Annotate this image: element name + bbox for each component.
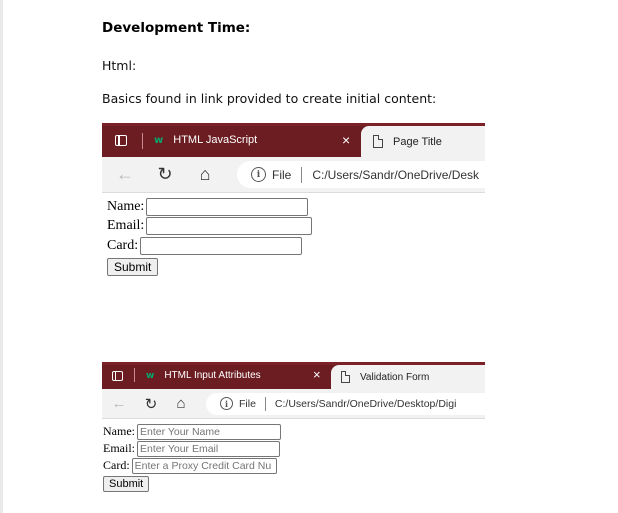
- tab-title: HTML Input Attributes: [164, 370, 261, 381]
- sidebar-toggle-icon[interactable]: [110, 123, 132, 157]
- browser-tab-bar: w HTML Input Attributes × Validation For…: [102, 362, 485, 389]
- form: Name: Enter Your Name Email: Enter Your Em…: [102, 419, 485, 492]
- tab-separator: [142, 133, 143, 149]
- page-icon: [373, 134, 384, 148]
- name-label: Name:: [107, 198, 145, 214]
- address-path: C:/Users/Sandr/OneDrive/Desk: [312, 167, 480, 182]
- browser-tab-bar: w HTML JavaScript × Page Title: [102, 123, 485, 157]
- name-input[interactable]: Enter Your Name: [137, 423, 281, 440]
- close-icon[interactable]: ×: [313, 367, 321, 382]
- browser-nav-bar: ← ↻ ⌂ i File C:/Users/Sandr/OneDrive/Des…: [102, 157, 485, 193]
- info-icon[interactable]: i: [220, 397, 233, 410]
- close-icon[interactable]: ×: [342, 132, 350, 148]
- info-icon[interactable]: i: [251, 167, 266, 182]
- address-path: C:/Users/Sandr/OneDrive/Desktop/Digi: [274, 397, 457, 410]
- submit-button[interactable]: Submit: [107, 257, 159, 276]
- tab-active[interactable]: w HTML JavaScript: [148, 123, 362, 157]
- tab-separator: [134, 368, 135, 382]
- tab-title: Validation Form: [360, 371, 430, 383]
- embedded-screenshot-input-attributes: w HTML Input Attributes × Validation For…: [102, 362, 485, 497]
- tab-validation-form[interactable]: Validation Form: [331, 365, 485, 389]
- w3schools-logo-icon: w: [146, 370, 155, 381]
- reload-icon[interactable]: ↻: [136, 395, 166, 413]
- html-label: Html:: [102, 58, 137, 73]
- address-scheme: File: [272, 167, 292, 182]
- description-text: Basics found in link provided to create …: [102, 91, 437, 106]
- card-label: Card:: [107, 237, 139, 253]
- address-bar[interactable]: i File C:/Users/Sandr/OneDrive/Desk: [237, 161, 485, 188]
- tab-title: Page Title: [393, 135, 442, 148]
- email-label: Email:: [107, 218, 145, 234]
- back-arrow-icon[interactable]: ←: [102, 395, 136, 412]
- card-input[interactable]: Enter a Proxy Credit Card Nu: [131, 457, 277, 474]
- email-label: Email:: [103, 441, 135, 455]
- sidebar-toggle-icon[interactable]: [108, 362, 126, 389]
- email-input[interactable]: [146, 217, 313, 236]
- email-input[interactable]: Enter Your Email: [137, 440, 280, 457]
- submit-button[interactable]: Submit: [103, 476, 150, 492]
- browser-nav-bar: ← ↻ ⌂ i File C:/Users/Sandr/OneDrive/Des…: [102, 389, 485, 419]
- reload-icon[interactable]: ↻: [145, 164, 185, 185]
- tab-page-title[interactable]: Page Title: [361, 126, 485, 157]
- address-separator: [301, 166, 303, 183]
- tab-title: HTML JavaScript: [173, 134, 258, 146]
- name-label: Name:: [103, 424, 135, 438]
- address-scheme: File: [239, 397, 256, 410]
- back-arrow-icon[interactable]: ←: [105, 164, 145, 185]
- home-icon[interactable]: ⌂: [166, 395, 196, 412]
- section-heading: Development Time:: [102, 20, 251, 36]
- form: Name: Email: Card: Submit: [102, 193, 485, 276]
- address-separator: [264, 396, 266, 411]
- address-bar[interactable]: i File C:/Users/Sandr/OneDrive/Desktop/D…: [206, 392, 485, 415]
- card-label: Card:: [103, 458, 130, 472]
- embedded-screenshot-javascript: w HTML JavaScript × Page Title ← ↻ ⌂ i F…: [102, 123, 485, 283]
- name-input[interactable]: [146, 197, 309, 216]
- tab-active[interactable]: w HTML Input Attributes: [140, 362, 330, 389]
- home-icon[interactable]: ⌂: [185, 164, 225, 185]
- card-input[interactable]: [140, 236, 303, 255]
- page-icon: [341, 370, 351, 383]
- w3schools-logo-icon: w: [154, 134, 164, 146]
